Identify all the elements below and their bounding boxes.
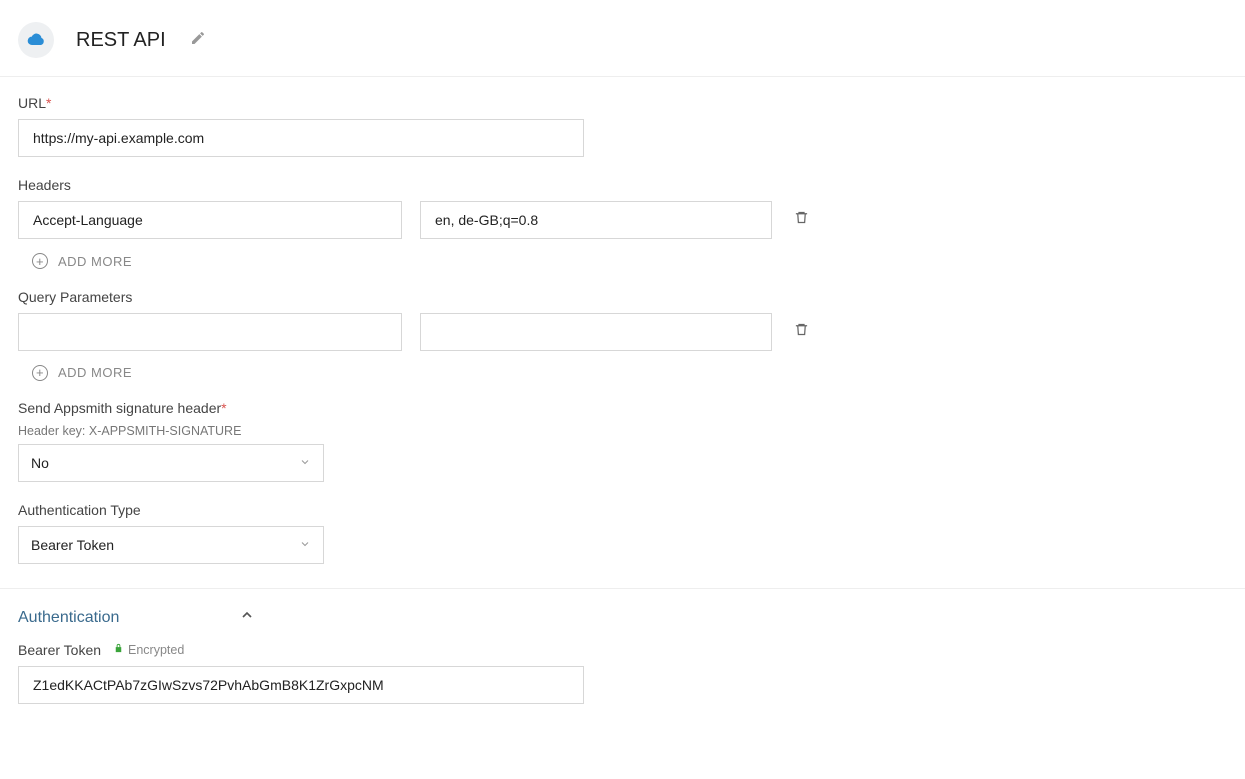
auth-type-label: Authentication Type (18, 502, 1227, 518)
url-label-text: URL (18, 95, 46, 111)
collapse-auth-button[interactable] (239, 607, 255, 628)
url-input[interactable] (18, 119, 584, 157)
encrypted-badge: Encrypted (113, 643, 184, 657)
headers-label: Headers (18, 177, 1227, 193)
add-header-button[interactable]: + ADD MORE (32, 253, 132, 269)
delete-query-button[interactable] (790, 318, 813, 346)
query-value-input[interactable] (420, 313, 772, 351)
query-key-input[interactable] (18, 313, 402, 351)
plus-icon: + (32, 253, 48, 269)
header-value-input[interactable] (420, 201, 772, 239)
url-label: URL* (18, 95, 1227, 111)
delete-header-button[interactable] (790, 206, 813, 234)
signature-select[interactable]: No (18, 444, 324, 482)
add-header-label: ADD MORE (58, 254, 132, 269)
header-key-input[interactable] (18, 201, 402, 239)
required-asterisk: * (221, 400, 226, 416)
token-label: Bearer Token (18, 642, 101, 658)
required-asterisk: * (46, 95, 51, 111)
edit-title-button[interactable] (190, 30, 206, 51)
signature-select-value: No (31, 455, 49, 471)
add-query-button[interactable]: + ADD MORE (32, 365, 132, 381)
auth-type-select[interactable]: Bearer Token (18, 526, 324, 564)
signature-label-text: Send Appsmith signature header (18, 400, 221, 416)
chevron-down-icon (299, 455, 311, 471)
plus-icon: + (32, 365, 48, 381)
query-params-label: Query Parameters (18, 289, 1227, 305)
auth-section-title: Authentication (18, 609, 119, 627)
header: REST API (0, 0, 1245, 77)
bearer-token-input[interactable] (18, 666, 584, 704)
page-title: REST API (76, 29, 166, 52)
signature-label: Send Appsmith signature header* (18, 400, 1227, 416)
chevron-down-icon (299, 537, 311, 553)
signature-sublabel: Header key: X-APPSMITH-SIGNATURE (18, 424, 1227, 438)
auth-type-select-value: Bearer Token (31, 537, 114, 553)
lock-icon (113, 643, 124, 657)
encrypted-text: Encrypted (128, 643, 184, 657)
cloud-icon (18, 22, 54, 58)
add-query-label: ADD MORE (58, 365, 132, 380)
